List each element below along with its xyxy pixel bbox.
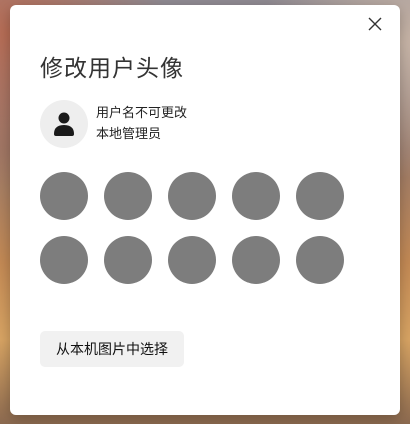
user-icon: [54, 112, 74, 136]
avatar-option-2[interactable]: [104, 172, 152, 220]
avatar-options-grid: [40, 172, 344, 284]
username-label: 用户名不可更改: [96, 106, 188, 121]
account-type-label: 本地管理员: [96, 127, 162, 142]
choose-from-local-button[interactable]: 从本机图片中选择: [40, 331, 184, 367]
avatar-option-9[interactable]: [232, 236, 280, 284]
dialog-title: 修改用户头像: [40, 56, 184, 82]
current-avatar: [40, 100, 88, 148]
avatar-option-1[interactable]: [40, 172, 88, 220]
avatar-option-4[interactable]: [232, 172, 280, 220]
change-avatar-dialog: 修改用户头像 用户名不可更改 本地管理员 从本机图片中选择: [10, 5, 400, 415]
close-icon: [368, 17, 382, 31]
avatar-option-8[interactable]: [168, 236, 216, 284]
avatar-option-7[interactable]: [104, 236, 152, 284]
avatar-option-10[interactable]: [296, 236, 344, 284]
avatar-option-3[interactable]: [168, 172, 216, 220]
avatar-option-6[interactable]: [40, 236, 88, 284]
close-button[interactable]: [364, 13, 386, 35]
avatar-option-5[interactable]: [296, 172, 344, 220]
current-user-info: 用户名不可更改 本地管理员: [40, 100, 187, 148]
